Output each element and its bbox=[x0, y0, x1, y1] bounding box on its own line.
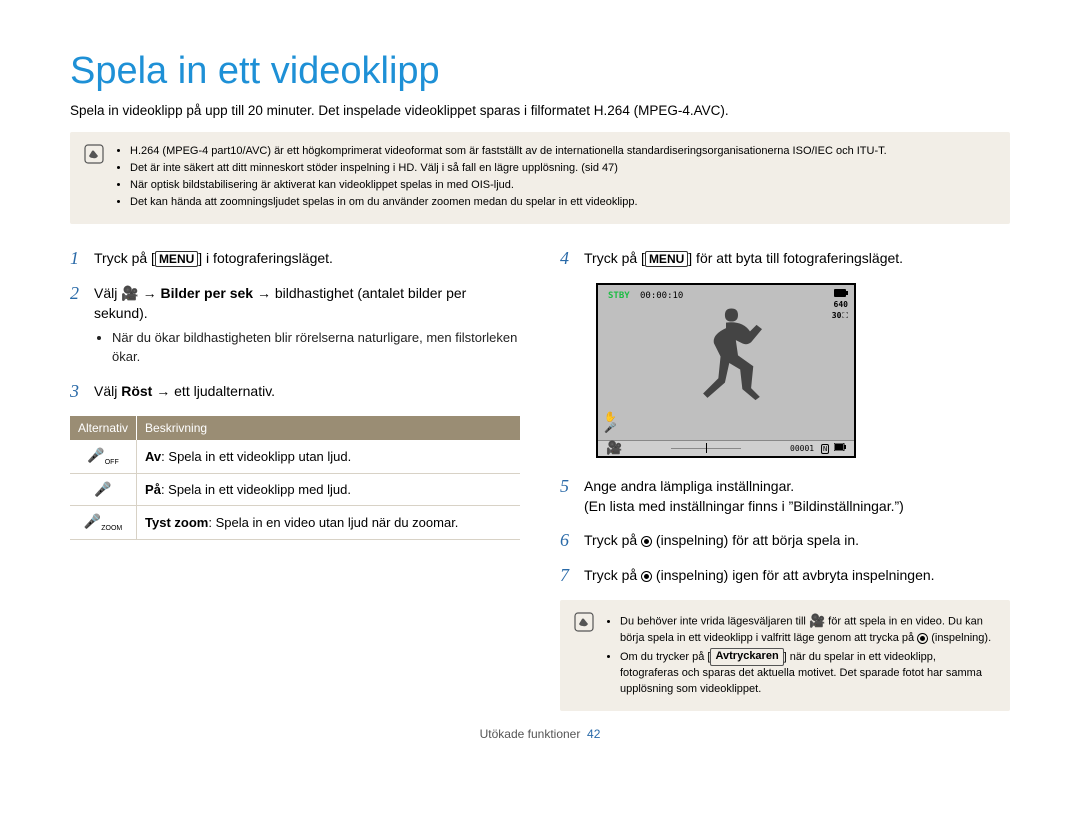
note-icon bbox=[574, 612, 594, 632]
bn1-pre: Du behöver inte vrida lägesväljaren till bbox=[620, 616, 809, 628]
intro-text: Spela in videoklipp på upp till 20 minut… bbox=[70, 103, 1010, 118]
mic-off-icon: 🎤OFF bbox=[87, 447, 118, 463]
step4-post: ] för att byta till fotograferingsläget. bbox=[688, 250, 903, 266]
record-icon bbox=[641, 536, 652, 547]
step7-pre: Tryck på bbox=[584, 567, 641, 583]
bottom-note-box: Du behöver inte vrida lägesväljaren till… bbox=[560, 600, 1010, 711]
step-number: 1 bbox=[70, 248, 84, 269]
step-number: 3 bbox=[70, 381, 84, 402]
page-footer: Utökade funktioner 42 bbox=[70, 727, 1010, 741]
step6-post: (inspelning) för att börja spela in. bbox=[652, 532, 859, 548]
step-number: 5 bbox=[560, 476, 574, 517]
step-2: 2 Välj 🎥 Bilder per sek bildhastighet (a… bbox=[70, 283, 520, 367]
top-note-item: H.264 (MPEG-4 part10/AVC) är ett högkomp… bbox=[130, 144, 887, 160]
step2-bold: Bilder per sek bbox=[160, 285, 253, 301]
top-note-box: H.264 (MPEG-4 part10/AVC) är ett högkomp… bbox=[70, 132, 1010, 224]
row-text: : Spela in en video utan ljud när du zoo… bbox=[208, 515, 458, 530]
record-icon bbox=[917, 633, 928, 644]
menu-label: MENU bbox=[645, 251, 688, 267]
step-4: 4 Tryck på [MENU] för att byta till foto… bbox=[560, 248, 1010, 269]
step-number: 6 bbox=[560, 530, 574, 551]
step3-post: ett ljudalternativ. bbox=[174, 383, 275, 399]
bottom-note-item: Om du trycker på [Avtryckaren] när du sp… bbox=[620, 648, 996, 698]
step-1: 1 Tryck på [MENU] i fotograferingsläget. bbox=[70, 248, 520, 269]
step-number: 4 bbox=[560, 248, 574, 269]
counter: 00001 bbox=[790, 444, 814, 453]
step3-pre: Välj bbox=[94, 383, 121, 399]
exposure-bar bbox=[671, 445, 741, 451]
table-head-desc: Beskrivning bbox=[137, 416, 520, 440]
table-head-icon: Alternativ bbox=[70, 416, 137, 440]
step6-pre: Tryck på bbox=[584, 532, 641, 548]
step4-pre: Tryck på [ bbox=[584, 250, 645, 266]
top-note-list: H.264 (MPEG-4 part10/AVC) är ett högkomp… bbox=[114, 144, 887, 212]
resolution: 640 bbox=[834, 300, 848, 309]
table-row: 🎤OFF Av: Spela in ett videoklipp utan lj… bbox=[70, 440, 520, 473]
row-bold: På bbox=[145, 482, 161, 497]
skater-silhouette bbox=[671, 303, 781, 423]
top-note-item: Det kan hända att zoomningsljudet spelas… bbox=[130, 195, 887, 211]
step-5: 5 Ange andra lämpliga inställningar. (En… bbox=[560, 476, 1010, 517]
mic-on-icon: 🎤 bbox=[94, 481, 111, 497]
battery-icon bbox=[834, 289, 848, 297]
camera-screen-preview: STBY 00:00:10 640 30⛶ ✋🎤 🎥 00001 N bbox=[596, 283, 856, 458]
table-row: 🎤ZOOM Tyst zoom: Spela in en video utan … bbox=[70, 505, 520, 539]
step7-post: (inspelning) igen för att avbryta inspel… bbox=[652, 567, 935, 583]
step-6: 6 Tryck på (inspelning) för att börja sp… bbox=[560, 530, 1010, 551]
page-title: Spela in ett videoklipp bbox=[70, 50, 1010, 93]
timecode: 00:00:10 bbox=[640, 291, 683, 301]
battery-icon-small bbox=[834, 443, 846, 451]
step-number: 2 bbox=[70, 283, 84, 367]
step3-bold: Röst bbox=[121, 383, 152, 399]
row-bold: Tyst zoom bbox=[145, 515, 208, 530]
footer-text: Utökade funktioner bbox=[480, 727, 581, 741]
step5-l2: (En lista med inställningar finns i ”Bil… bbox=[584, 498, 904, 514]
top-note-item: Det är inte säkert att ditt minneskort s… bbox=[130, 161, 887, 177]
note-icon bbox=[84, 144, 104, 164]
shutter-label: Avtryckaren bbox=[710, 648, 783, 666]
step-number: 7 bbox=[560, 565, 574, 586]
step-3: 3 Välj Röst ett ljudalternativ. bbox=[70, 381, 520, 402]
fps-icon: ⛶ bbox=[842, 311, 848, 321]
step2-pre: Välj 🎥 bbox=[94, 285, 143, 301]
row-bold: Av bbox=[145, 449, 161, 464]
step5-l1: Ange andra lämpliga inställningar. bbox=[584, 478, 794, 494]
options-table: Alternativ Beskrivning 🎤OFF Av: Spela in… bbox=[70, 416, 520, 540]
menu-label: MENU bbox=[155, 251, 198, 267]
fps: 30 bbox=[832, 311, 842, 321]
left-osd-icons: ✋🎤 bbox=[604, 412, 616, 434]
bottom-note-item: Du behöver inte vrida lägesväljaren till… bbox=[620, 612, 996, 647]
bn1-end: (inspelning). bbox=[928, 632, 991, 644]
step1-post: ] i fotograferingsläget. bbox=[198, 250, 333, 266]
stby-label: STBY bbox=[608, 291, 630, 301]
card-icon: N bbox=[821, 444, 829, 454]
step1-pre: Tryck på [ bbox=[94, 250, 155, 266]
top-note-item: När optisk bildstabilisering är aktivera… bbox=[130, 178, 887, 194]
page-number: 42 bbox=[587, 727, 600, 741]
row-text: : Spela in ett videoklipp utan ljud. bbox=[161, 449, 351, 464]
bn2-pre: Om du trycker på [ bbox=[620, 651, 710, 663]
record-icon bbox=[641, 571, 652, 582]
mic-zoom-icon: 🎤ZOOM bbox=[84, 513, 122, 529]
step2-bullet: När du ökar bildhastigheten blir rörelse… bbox=[112, 329, 520, 367]
step-7: 7 Tryck på (inspelning) igen för att avb… bbox=[560, 565, 1010, 586]
video-mode-icon: 🎥 bbox=[809, 613, 825, 628]
mode-icon: 🎥 bbox=[606, 441, 622, 456]
row-text: : Spela in ett videoklipp med ljud. bbox=[161, 482, 351, 497]
table-row: 🎤 På: Spela in ett videoklipp med ljud. bbox=[70, 473, 520, 505]
